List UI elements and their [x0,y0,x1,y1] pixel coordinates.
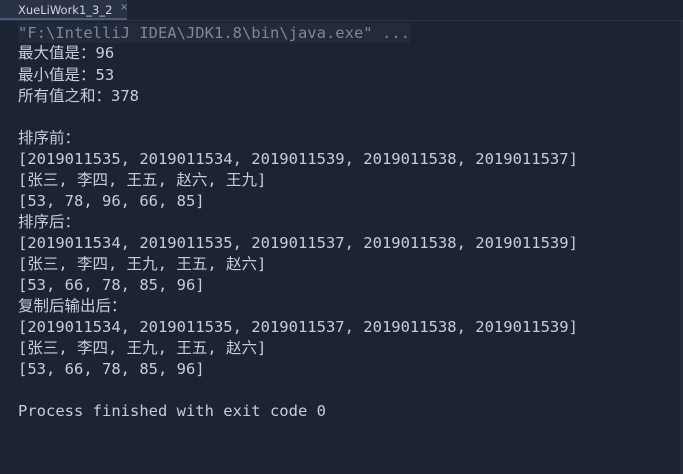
console-line: 最大值是：96 [18,44,115,62]
console-line: [2019011534, 2019011535, 2019011537, 201… [18,318,578,336]
console-line: [张三, 李四, 王九, 王五, 赵六] [18,255,267,273]
console-line: [2019011534, 2019011535, 2019011537, 201… [18,234,578,252]
close-icon[interactable]: × [120,2,128,13]
console-line: 排序后： [18,213,81,231]
run-tab-bar: XueLiWork1_3_2 × [0,0,683,21]
console-line: [53, 66, 78, 85, 96] [18,360,205,378]
console-line: 复制后输出后： [18,297,127,315]
run-tab[interactable]: XueLiWork1_3_2 × [0,0,128,20]
console-output[interactable]: "F:\IntelliJ IDEA\JDK1.8\bin\java.exe" .… [0,21,683,474]
console-command-line: "F:\IntelliJ IDEA\JDK1.8\bin\java.exe" .… [18,23,410,43]
console-line: [53, 78, 96, 66, 85] [18,192,205,210]
console-line: 排序前： [18,129,81,147]
console-line: [53, 66, 78, 85, 96] [18,276,205,294]
console-line: 所有值之和：378 [18,87,139,105]
console-line: 最小值是：53 [18,66,115,84]
console-line: [2019011535, 2019011534, 2019011539, 201… [18,150,578,168]
run-tab-title: XueLiWork1_3_2 [18,3,113,17]
console-line: [张三, 李四, 王九, 王五, 赵六] [18,339,267,357]
console-exit-line: Process finished with exit code 0 [18,402,326,420]
console-line: [张三, 李四, 王五, 赵六, 王九] [18,171,267,189]
